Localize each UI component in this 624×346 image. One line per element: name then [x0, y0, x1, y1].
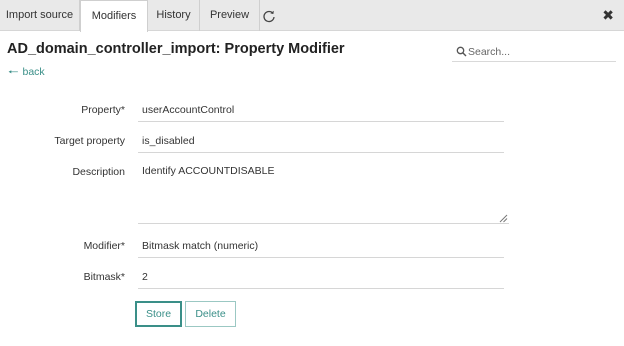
- tab-modifiers[interactable]: Modifiers: [80, 0, 148, 32]
- search-icon: [456, 46, 467, 57]
- refresh-icon[interactable]: [262, 9, 276, 23]
- back-label: back: [22, 66, 45, 78]
- page-title: AD_domain_controller_import: Property Mo…: [7, 41, 345, 57]
- tab-history[interactable]: History: [148, 0, 200, 31]
- tab-import-source[interactable]: Import source: [0, 0, 80, 31]
- search-box[interactable]: [452, 44, 616, 62]
- tab-preview[interactable]: Preview: [200, 0, 260, 31]
- target-property-label: Target property: [54, 135, 125, 147]
- description-label: Description: [72, 166, 125, 178]
- description-field[interactable]: [138, 160, 509, 224]
- search-input[interactable]: [468, 44, 614, 60]
- modifier-select[interactable]: Bitmask match (numeric): [138, 236, 504, 258]
- close-icon[interactable]: ✖: [602, 7, 614, 23]
- bitmask-label: Bitmask*: [83, 271, 125, 283]
- property-field[interactable]: userAccountControl: [138, 100, 504, 122]
- modifier-label: Modifier*: [83, 240, 125, 252]
- resize-handle-icon[interactable]: [499, 214, 508, 223]
- delete-button[interactable]: Delete: [185, 301, 236, 327]
- target-property-field[interactable]: is_disabled: [138, 131, 504, 153]
- back-link[interactable]: 🠐 back: [8, 66, 45, 78]
- tab-bar: Import source Modifiers History Preview …: [0, 0, 624, 32]
- bitmask-field[interactable]: 2: [138, 267, 504, 289]
- property-label: Property*: [81, 104, 125, 116]
- arrow-left-icon: 🠐: [8, 65, 19, 79]
- store-button[interactable]: Store: [135, 301, 182, 327]
